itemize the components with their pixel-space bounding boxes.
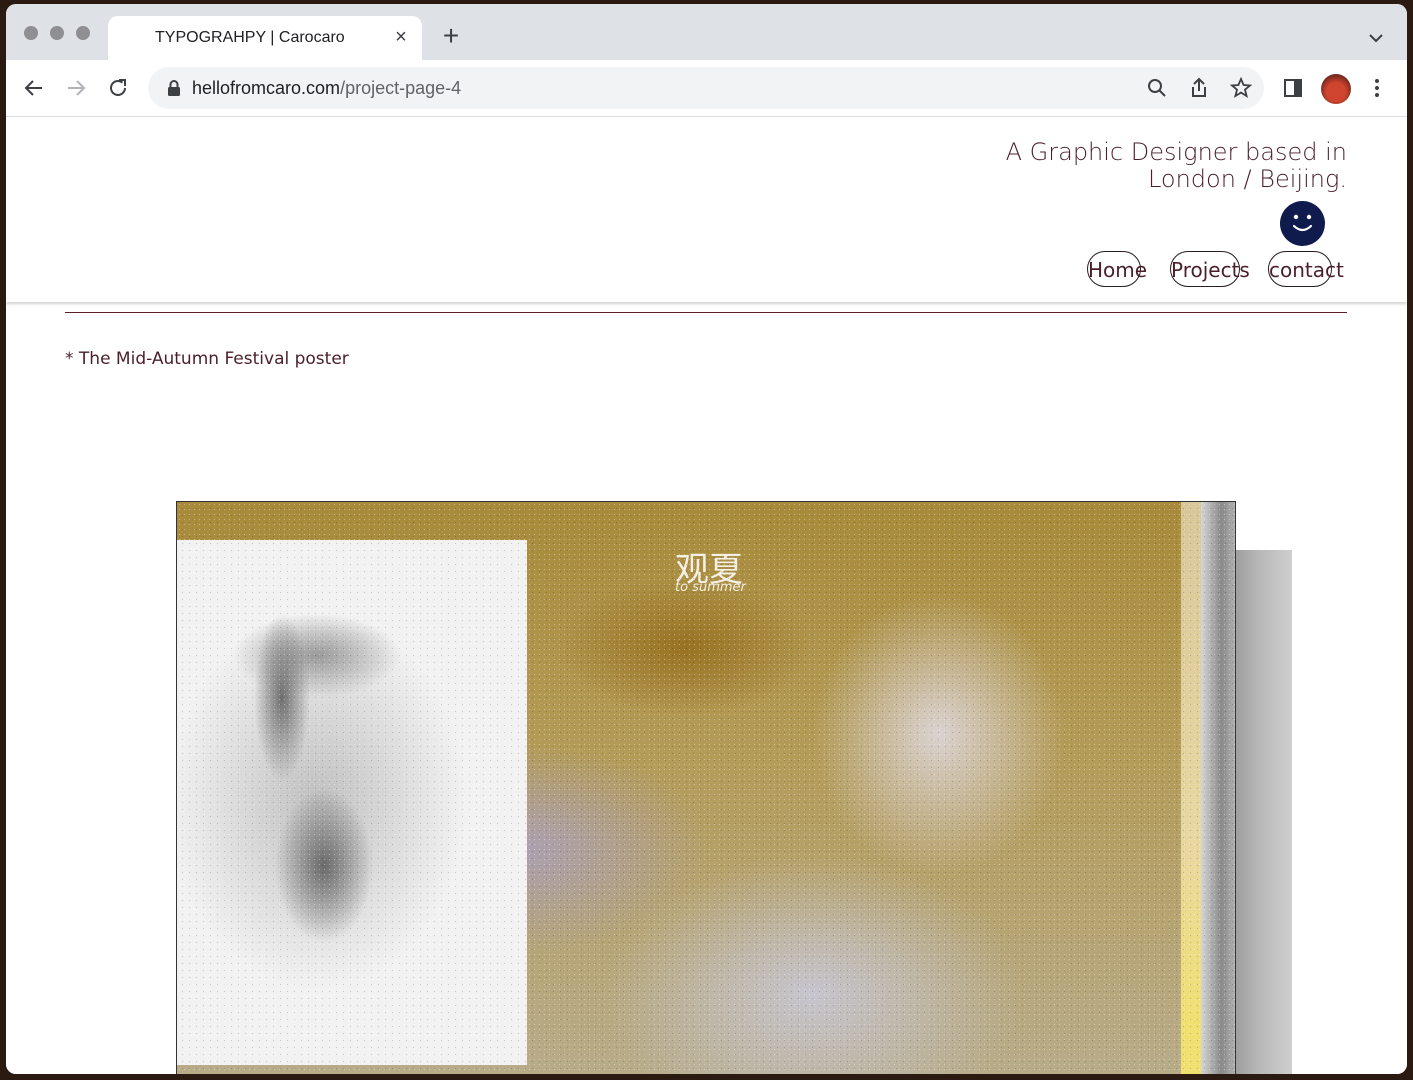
poster-right-edge bbox=[1201, 502, 1235, 1074]
side-panel-icon[interactable] bbox=[1281, 76, 1305, 100]
new-tab-button[interactable]: + bbox=[438, 22, 464, 50]
tagline-line-2: London / Beijing. bbox=[1147, 165, 1347, 193]
url-text: hellofromcaro.com/project-page-4 bbox=[192, 78, 461, 99]
share-icon[interactable] bbox=[1187, 76, 1211, 100]
maximize-window-button[interactable] bbox=[76, 26, 90, 40]
tab-strip: TYPOGRAHPY | Carocaro × + bbox=[6, 4, 1407, 60]
chevron-down-icon[interactable] bbox=[1366, 28, 1386, 48]
browser-window: TYPOGRAHPY | Carocaro × + hellofromcaro.… bbox=[6, 4, 1407, 1074]
profile-avatar[interactable] bbox=[1321, 74, 1351, 104]
nav-home-button[interactable]: Home bbox=[1087, 251, 1147, 287]
reload-icon[interactable] bbox=[106, 76, 130, 100]
url-domain: hellofromcaro.com bbox=[192, 78, 341, 98]
lock-icon bbox=[168, 80, 180, 96]
project-caption: * The Mid-Autumn Festival poster bbox=[65, 349, 349, 369]
minimize-window-button[interactable] bbox=[50, 26, 64, 40]
festival-poster-image: 观夏 to summer bbox=[176, 501, 1236, 1074]
tab-title: TYPOGRAHPY | Carocaro bbox=[155, 29, 345, 46]
forward-arrow-icon[interactable] bbox=[64, 76, 88, 100]
tagline-line-1: A Graphic Designer based in bbox=[1005, 138, 1347, 166]
url-path: /project-page-4 bbox=[340, 78, 462, 98]
poster-subtitle: to summer bbox=[675, 580, 746, 595]
nav-projects-button[interactable]: Projects bbox=[1170, 251, 1250, 287]
site-tagline: A Graphic Designer based in London / Bei… bbox=[1006, 139, 1347, 193]
poster-left-panel bbox=[177, 540, 527, 1065]
poster-right-strip bbox=[1181, 502, 1201, 1074]
search-icon[interactable] bbox=[1145, 76, 1169, 100]
back-arrow-icon[interactable] bbox=[22, 76, 46, 100]
tab-active[interactable]: TYPOGRAHPY | Carocaro × bbox=[108, 16, 422, 60]
close-window-button[interactable] bbox=[24, 26, 38, 40]
site-header: A Graphic Designer based in London / Bei… bbox=[6, 117, 1407, 302]
smiley-logo-icon[interactable] bbox=[1280, 201, 1325, 246]
divider bbox=[65, 312, 1347, 313]
bookmark-star-icon[interactable] bbox=[1229, 76, 1253, 100]
poster-backdrop bbox=[1234, 550, 1292, 1074]
address-bar[interactable]: hellofromcaro.com/project-page-4 bbox=[148, 67, 1264, 109]
web-page: A Graphic Designer based in London / Bei… bbox=[6, 117, 1407, 1074]
nav-contact-button[interactable]: contact bbox=[1268, 251, 1344, 287]
more-menu-icon[interactable] bbox=[1365, 76, 1389, 100]
browser-toolbar: hellofromcaro.com/project-page-4 bbox=[6, 60, 1407, 117]
tab-close-icon[interactable]: × bbox=[390, 26, 412, 48]
